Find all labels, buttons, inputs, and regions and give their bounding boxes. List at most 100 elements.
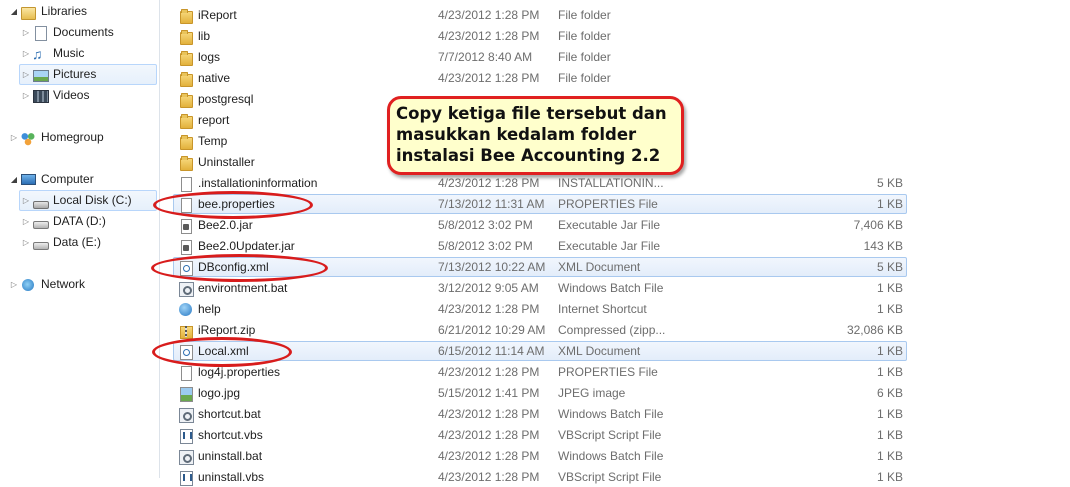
expand-arrow-icon[interactable]: ▷ — [8, 274, 20, 295]
file-row[interactable]: logs 7/7/2012 8:40 AM File folder — [173, 47, 907, 67]
sidebar-item-local-disk-c[interactable]: ▷ Local Disk (C:) — [19, 190, 157, 211]
file-type: Executable Jar File — [558, 239, 661, 253]
file-name: logs — [198, 50, 221, 64]
expand-arrow-icon[interactable]: ▷ — [20, 190, 32, 211]
homegroup-icon — [20, 129, 36, 146]
sidebar-item-network[interactable]: ▷ Network — [7, 274, 86, 295]
sidebar-item-data-e[interactable]: ▷ Data (E:) — [19, 232, 102, 253]
sidebar-item-computer[interactable]: ◢ Computer — [7, 169, 95, 190]
file-name: report — [198, 113, 230, 127]
file-date-modified: 4/23/2012 1:28 PM — [438, 29, 540, 43]
callout-line-2: masukkan kedalam folder — [396, 125, 637, 144]
file-row[interactable]: iReport.zip 6/21/2012 10:29 AM Compressed … — [173, 320, 907, 340]
sidebar-item-pictures[interactable]: ▷ Pictures — [19, 64, 157, 85]
jar-file-icon — [178, 239, 194, 255]
file-name: lib — [198, 29, 211, 43]
file-row[interactable]: Bee2.0.jar 5/8/2012 3:02 PM Executable Jar… — [173, 215, 907, 235]
file-name: postgresql — [198, 92, 254, 106]
file-type: XML Document — [558, 260, 641, 274]
file-type: PROPERTIES File — [558, 365, 658, 379]
folder-icon — [178, 155, 194, 171]
drive-icon — [32, 214, 49, 230]
folder-icon — [178, 71, 194, 87]
expand-arrow-icon[interactable]: ▷ — [8, 127, 20, 148]
file-size: 6 KB — [876, 386, 903, 400]
file-name: Local.xml — [198, 344, 249, 358]
sidebar-item-music[interactable]: ▷ ♫ Music — [19, 43, 85, 64]
file-row[interactable]: logo.jpg 5/15/2012 1:41 PM JPEG image 6 KB — [173, 383, 907, 403]
callout-line-1: Copy ketiga file tersebut dan — [396, 104, 667, 123]
file-date-modified: 5/15/2012 1:41 PM — [438, 386, 540, 400]
file-name: .installationinformation — [198, 176, 318, 190]
libraries-icon — [20, 4, 36, 20]
file-date-modified: 4/23/2012 1:28 PM — [438, 302, 540, 316]
sidebar-item-homegroup[interactable]: ▷ Homegroup — [7, 127, 105, 148]
file-type: Windows Batch File — [558, 281, 664, 295]
file-row[interactable]: bee.properties 7/13/2012 11:31 AM PROPERTI… — [173, 194, 907, 214]
file-row[interactable]: environtment.bat 3/12/2012 9:05 AM Windows… — [173, 278, 907, 298]
file-row[interactable]: iReport 4/23/2012 1:28 PM File folder — [173, 5, 907, 25]
file-size: 5 KB — [876, 260, 903, 274]
collapse-arrow-icon[interactable]: ◢ — [8, 1, 20, 22]
file-row[interactable]: help 4/23/2012 1:28 PM Internet Shortcut 1 … — [173, 299, 907, 319]
file-row[interactable]: native 4/23/2012 1:28 PM File folder — [173, 68, 907, 88]
file-row[interactable]: uninstall.bat 4/23/2012 1:28 PM Windows Ba… — [173, 446, 907, 466]
annotation-callout: Copy ketiga file tersebut dan masukkan k… — [387, 96, 684, 175]
jar-file-icon — [178, 218, 194, 234]
file-size: 1 KB — [876, 302, 903, 316]
file-date-modified: 4/23/2012 1:28 PM — [438, 71, 540, 85]
file-row[interactable]: lib 4/23/2012 1:28 PM File folder — [173, 26, 907, 46]
sidebar-item-documents[interactable]: ▷ Documents — [19, 22, 115, 43]
file-size: 7,406 KB — [853, 218, 903, 232]
image-file-icon — [178, 386, 194, 402]
file-row[interactable]: Local.xml 6/15/2012 11:14 AM XML Document 1… — [173, 341, 907, 361]
file-row[interactable]: shortcut.bat 4/23/2012 1:28 PM Windows Bat… — [173, 404, 907, 424]
file-name: iReport — [198, 8, 237, 22]
videos-icon — [32, 88, 49, 104]
file-date-modified: 5/8/2012 3:02 PM — [438, 218, 533, 232]
file-date-modified: 4/23/2012 1:28 PM — [438, 407, 540, 421]
file-type: VBScript Script File — [558, 428, 662, 442]
sidebar-item-label: Pictures — [53, 67, 97, 81]
file-date-modified: 7/7/2012 8:40 AM — [438, 50, 533, 64]
drive-icon — [32, 235, 49, 251]
callout-line-3: instalasi Bee Accounting 2.2 — [396, 146, 661, 165]
folder-icon — [178, 92, 194, 108]
documents-icon — [32, 25, 48, 41]
file-name: log4j.properties — [198, 365, 281, 379]
file-date-modified: 7/13/2012 10:22 AM — [438, 260, 546, 274]
folder-icon — [178, 113, 194, 129]
pictures-icon — [32, 67, 49, 83]
file-name: Bee2.0Updater.jar — [198, 239, 295, 253]
file-date-modified: 3/12/2012 9:05 AM — [438, 281, 539, 295]
file-date-modified: 7/13/2012 11:31 AM — [438, 197, 545, 211]
file-row[interactable]: uninstall.vbs 4/23/2012 1:28 PM VBScript S… — [173, 467, 907, 487]
sidebar-item-data-d[interactable]: ▷ DATA (D:) — [19, 211, 107, 232]
expand-arrow-icon[interactable]: ▷ — [20, 64, 32, 85]
sidebar-item-videos[interactable]: ▷ Videos — [19, 85, 90, 106]
expand-arrow-icon[interactable]: ▷ — [20, 232, 32, 253]
file-row[interactable]: DBconfig.xml 7/13/2012 10:22 AM XML Docume… — [173, 257, 907, 277]
file-date-modified: 5/8/2012 3:02 PM — [438, 239, 533, 253]
expand-arrow-icon[interactable]: ▷ — [20, 211, 32, 232]
network-icon — [20, 277, 36, 293]
expand-arrow-icon[interactable]: ▷ — [20, 85, 32, 106]
file-list: iReport 4/23/2012 1:28 PM File folder lib 4/… — [160, 0, 1070, 486]
file-type: Windows Batch File — [558, 449, 664, 463]
file-type: Executable Jar File — [558, 218, 661, 232]
expand-arrow-icon[interactable]: ▷ — [20, 43, 32, 64]
internet-shortcut-icon — [178, 302, 194, 318]
file-name: Uninstaller — [198, 155, 255, 169]
sidebar-item-libraries[interactable]: ◢ Libraries — [7, 1, 88, 22]
file-type: JPEG image — [558, 386, 626, 400]
file-row[interactable]: log4j.properties 4/23/2012 1:28 PM PROPERT… — [173, 362, 907, 382]
file-row[interactable]: shortcut.vbs 4/23/2012 1:28 PM VBScript Sc… — [173, 425, 907, 445]
file-type: Internet Shortcut — [558, 302, 647, 316]
folder-icon — [178, 29, 194, 45]
file-row[interactable]: Bee2.0Updater.jar 5/8/2012 3:02 PM Executa… — [173, 236, 907, 256]
file-size: 32,086 KB — [846, 323, 903, 337]
file-row[interactable]: .installationinformation 4/23/2012 1:28 P… — [173, 173, 907, 193]
file-name: Bee2.0.jar — [198, 218, 253, 232]
collapse-arrow-icon[interactable]: ◢ — [8, 169, 20, 190]
expand-arrow-icon[interactable]: ▷ — [20, 22, 32, 43]
